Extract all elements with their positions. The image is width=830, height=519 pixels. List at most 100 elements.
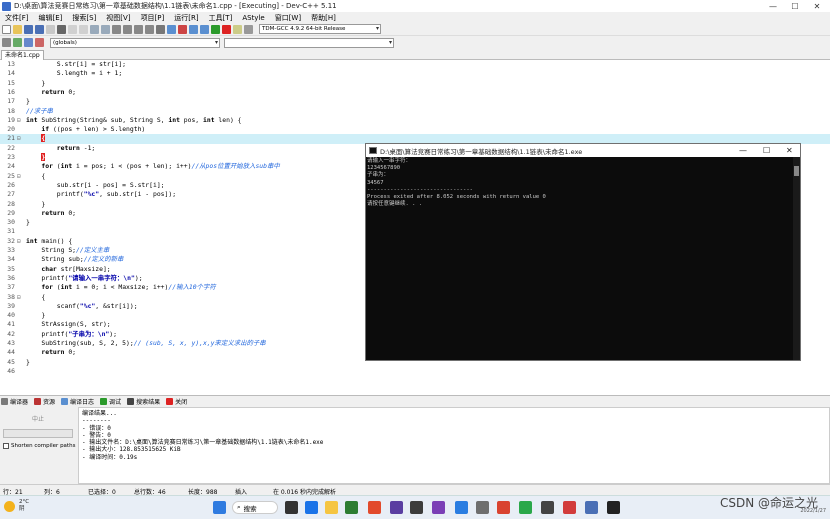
- tab-resources[interactable]: 资源: [34, 397, 55, 406]
- menu-edit[interactable]: 编辑[E]: [34, 13, 68, 23]
- edge-icon[interactable]: [305, 501, 318, 514]
- visual-studio-icon[interactable]: [432, 501, 445, 514]
- fold-marker-icon[interactable]: ⊟: [17, 134, 23, 143]
- menu-file[interactable]: 文件[F]: [0, 13, 34, 23]
- code-line[interactable]: 16 return 0;: [0, 88, 830, 97]
- store-icon[interactable]: [410, 501, 423, 514]
- toggle-comment-icon[interactable]: [156, 24, 165, 34]
- checkbox-box[interactable]: [3, 443, 9, 449]
- code-line[interactable]: 13 S.str[i] = str[i];: [0, 60, 830, 69]
- menu-tools[interactable]: 工具[T]: [204, 13, 238, 23]
- app-blue-icon[interactable]: [585, 501, 598, 514]
- code-text: int SubString(String& sub, String S, int…: [26, 116, 242, 125]
- devcpp-taskbar-icon[interactable]: [476, 501, 489, 514]
- close-file-icon[interactable]: [46, 24, 55, 34]
- menu-run[interactable]: 运行[R]: [169, 13, 203, 23]
- code-line[interactable]: 14 S.length = i + 1;: [0, 69, 830, 78]
- fold-marker-icon[interactable]: ⊟: [17, 116, 23, 125]
- app-dark-icon[interactable]: [541, 501, 554, 514]
- app-icon[interactable]: [345, 501, 358, 514]
- code-line[interactable]: 19 ⊟ int SubString(String& sub, String S, …: [0, 116, 830, 125]
- tab-debug[interactable]: 调试: [100, 397, 121, 406]
- class-browser-icon[interactable]: [13, 38, 22, 47]
- code-line[interactable]: 18 //求子串: [0, 107, 830, 116]
- console-scrollbar[interactable]: [793, 157, 800, 360]
- menu-project[interactable]: 项目[P]: [136, 13, 170, 23]
- code-line[interactable]: 46: [0, 367, 830, 376]
- tab-compiler[interactable]: 编译器: [1, 397, 28, 406]
- line-number: 31: [7, 227, 15, 236]
- fold-marker-icon[interactable]: ⊟: [17, 172, 23, 181]
- stop-execution-icon[interactable]: [222, 24, 231, 34]
- console-window[interactable]: D:\桌面\算法竞赛日常练习\第一章基础数据结构\1.1链表\未命名1.exe …: [365, 143, 801, 361]
- check-icon[interactable]: [211, 24, 220, 34]
- tab-label: 编译器: [10, 399, 29, 406]
- vscode-icon[interactable]: [455, 501, 468, 514]
- wps-icon[interactable]: [563, 501, 576, 514]
- replace-icon[interactable]: [101, 24, 110, 34]
- fold-marker-icon[interactable]: ⊟: [17, 237, 23, 246]
- scope-select[interactable]: (globals) ▾: [50, 37, 220, 48]
- onenote-icon[interactable]: [390, 501, 403, 514]
- console-close-button[interactable]: ✕: [786, 146, 793, 155]
- insert-icon[interactable]: [24, 38, 33, 47]
- compile-run-icon[interactable]: [189, 24, 198, 34]
- bookmark-icon[interactable]: [123, 24, 132, 34]
- project-new-icon[interactable]: [2, 38, 11, 47]
- console-scrollbar-thumb[interactable]: [794, 166, 799, 176]
- shorten-paths-checkbox[interactable]: Shorten compiler paths: [3, 443, 75, 449]
- maximize-button[interactable]: ☐: [784, 0, 806, 12]
- office-icon[interactable]: [368, 501, 381, 514]
- close-button[interactable]: ✕: [806, 0, 828, 12]
- wechat-icon[interactable]: [519, 501, 532, 514]
- minimize-button[interactable]: —: [762, 0, 784, 12]
- compiler-select[interactable]: TDM-GCC 4.9.2 64-bit Release ▾: [259, 24, 381, 34]
- tab-search-results[interactable]: 搜索结果: [127, 397, 160, 406]
- file-explorer-icon[interactable]: [325, 501, 338, 514]
- toggle-bookmark-icon[interactable]: [35, 38, 44, 47]
- line-number: 20: [7, 125, 15, 134]
- menu-window[interactable]: 窗口[W]: [270, 13, 306, 23]
- tab-label: 资源: [43, 399, 56, 406]
- compile-log-output: 编译结果... -------- - 错误：0 - 警告：0 - 输出文件名：D…: [78, 407, 830, 484]
- taskbar-search[interactable]: ⌕ 搜索: [232, 501, 278, 514]
- open-folder-icon[interactable]: [13, 24, 22, 34]
- save-all-icon[interactable]: [35, 24, 44, 34]
- debug-icon[interactable]: [233, 24, 242, 34]
- menu-search[interactable]: 搜索[S]: [67, 13, 101, 23]
- menu-astyle[interactable]: AStyle: [237, 14, 269, 22]
- task-view-icon[interactable]: [285, 501, 298, 514]
- file-tab[interactable]: 未命名1.cpp: [1, 50, 44, 60]
- menu-help[interactable]: 帮助[H]: [306, 13, 341, 23]
- weather-widget[interactable]: 2°C 阴: [4, 499, 29, 513]
- code-token: String sub;: [26, 255, 84, 264]
- windows-start-icon[interactable]: [213, 501, 226, 514]
- function-select[interactable]: ▾: [224, 37, 394, 48]
- tab-compile-log[interactable]: 编译日志: [61, 397, 94, 406]
- print-icon[interactable]: [57, 24, 66, 34]
- compile-icon[interactable]: [167, 24, 176, 34]
- fold-marker-icon[interactable]: ⊟: [17, 293, 23, 302]
- app-red-icon[interactable]: [497, 501, 510, 514]
- code-line[interactable]: 20 if ((pos + len) > S.length): [0, 125, 830, 134]
- stop-compile-button[interactable]: 中止: [3, 411, 73, 425]
- new-file-icon[interactable]: [2, 24, 11, 34]
- run-icon[interactable]: [178, 24, 187, 34]
- redo-icon[interactable]: [79, 24, 88, 34]
- profile-icon[interactable]: [244, 24, 253, 34]
- rebuild-icon[interactable]: [200, 24, 209, 34]
- code-line[interactable]: 15 }: [0, 79, 830, 88]
- goto-line-icon[interactable]: [112, 24, 121, 34]
- indent-icon[interactable]: [134, 24, 143, 34]
- code-line[interactable]: 17}: [0, 97, 830, 106]
- find-icon[interactable]: [90, 24, 99, 34]
- tab-close[interactable]: 关闭: [166, 397, 187, 406]
- terminal-icon[interactable]: [607, 501, 620, 514]
- unindent-icon[interactable]: [145, 24, 154, 34]
- undo-icon[interactable]: [68, 24, 77, 34]
- console-maximize-button[interactable]: ☐: [763, 146, 770, 155]
- save-icon[interactable]: [24, 24, 33, 34]
- menu-view[interactable]: 视图[V]: [101, 13, 135, 23]
- code-token: }: [41, 153, 46, 161]
- console-minimize-button[interactable]: —: [739, 146, 747, 155]
